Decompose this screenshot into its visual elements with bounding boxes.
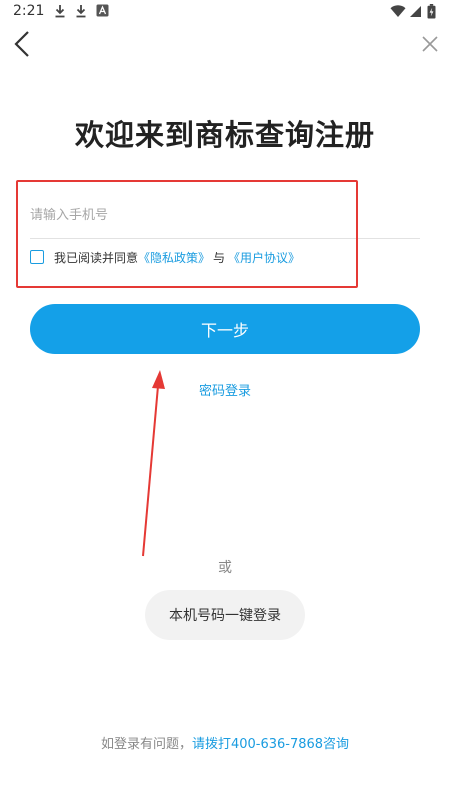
password-login-link[interactable]: 密码登录 — [0, 380, 450, 399]
close-icon — [422, 36, 438, 52]
annotation-highlight-box — [16, 180, 358, 288]
status-bar: 2:21 — [0, 0, 450, 24]
battery-icon — [427, 4, 436, 19]
login-screen: 2:21 欢迎来到商标查询注册 请输入手机号 我已阅读并同意 《隐私政策》 与 … — [0, 0, 450, 800]
one-key-login-button[interactable]: 本机号码一键登录 — [145, 590, 305, 640]
help-phone-link[interactable]: 请拨打400-636-7868咨询 — [192, 737, 349, 752]
page-title: 欢迎来到商标查询注册 — [74, 118, 375, 152]
help-row: 如登录有问题，请拨打400-636-7868咨询 — [0, 733, 450, 752]
close-button[interactable] — [416, 30, 444, 58]
next-button[interactable]: 下一步 — [30, 304, 420, 354]
notification-a-icon — [96, 4, 109, 17]
help-text: 如登录有问题， — [100, 737, 192, 752]
status-time: 2:21 — [13, 3, 45, 19]
signal-icon — [410, 6, 421, 17]
download-icon — [76, 5, 86, 18]
back-arrow-icon — [14, 31, 29, 57]
download-icon — [55, 5, 65, 18]
back-button[interactable] — [8, 26, 42, 62]
or-divider-text: 或 — [218, 560, 232, 576]
wifi-icon — [390, 5, 406, 17]
